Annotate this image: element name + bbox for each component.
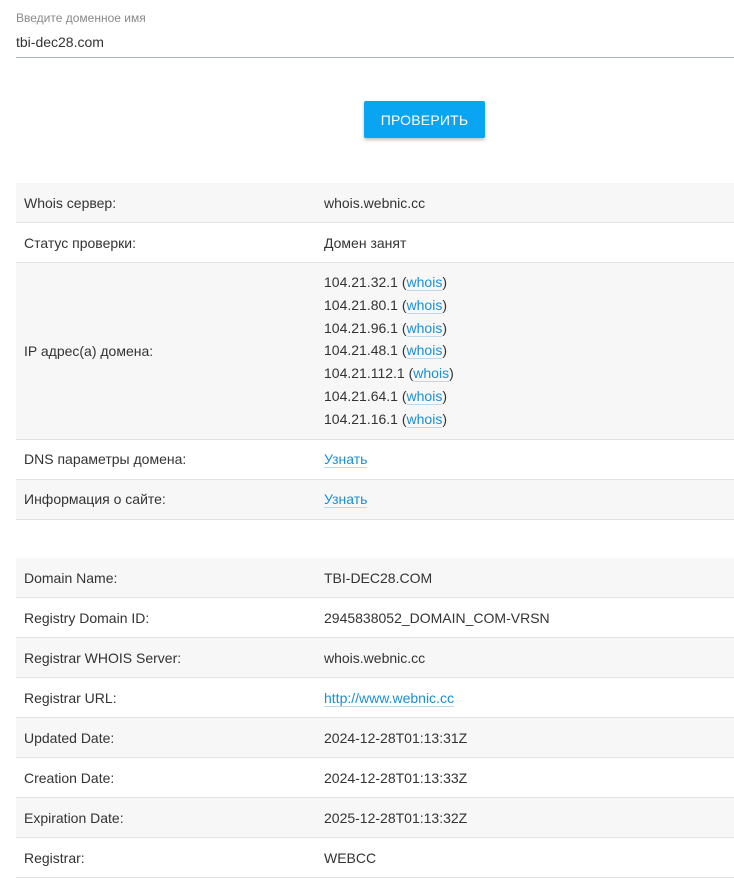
site-info-link[interactable]: Узнать: [324, 491, 368, 509]
whois-row-registry-domain-id: Registry Domain ID: 2945838052_DOMAIN_CO…: [16, 597, 734, 638]
registrar-label: Registrar:: [16, 837, 316, 878]
ip-whois-link[interactable]: whois: [406, 319, 443, 337]
creation-date-value: 2024-12-28T01:13:33Z: [316, 757, 734, 798]
summary-row-site-info: Информация о сайте: Узнать: [16, 479, 734, 520]
updated-date-value: 2024-12-28T01:13:31Z: [316, 717, 734, 758]
registrar-value: WEBCC: [316, 837, 734, 878]
registrar-whois-server-value: whois.webnic.cc: [316, 637, 734, 678]
summary-row-whois-server: Whois сервер: whois.webnic.cc: [16, 183, 734, 223]
ip-whois-link[interactable]: whois: [406, 342, 443, 360]
registrar-url-value: http://www.webnic.cc: [316, 677, 734, 718]
ip-item: 104.21.64.1 (whois): [324, 387, 447, 405]
summary-table: Whois сервер: whois.webnic.cc Статус про…: [16, 183, 734, 520]
ip-item: 104.21.32.1 (whois): [324, 274, 447, 291]
ips-label: IP адрес(а) домена:: [16, 262, 316, 440]
ip-address: 104.21.64.1: [324, 387, 398, 404]
expiration-date-value: 2025-12-28T01:13:32Z: [316, 797, 734, 838]
ip-item: 104.21.112.1 (whois): [324, 365, 454, 383]
registrar-whois-server-label: Registrar WHOIS Server:: [16, 637, 316, 678]
domain-input-label: Введите доменное имя: [16, 11, 146, 25]
ip-address: 104.21.80.1: [324, 296, 398, 313]
site-info-value: Узнать: [316, 479, 734, 520]
summary-row-status: Статус проверки: Домен занят: [16, 222, 734, 263]
site-info-label: Информация о сайте:: [16, 479, 316, 520]
ip-address: 104.21.48.1: [324, 342, 398, 359]
whois-table: Domain Name: TBI-DEC28.COM Registry Doma…: [16, 558, 734, 878]
whois-row-expiration-date: Expiration Date: 2025-12-28T01:13:32Z: [16, 797, 734, 838]
ip-address: 104.21.32.1: [324, 274, 398, 290]
domain-field: Введите доменное имя: [16, 10, 734, 58]
ip-whois-link[interactable]: whois: [406, 387, 443, 405]
summary-row-dns: DNS параметры домена: Узнать: [16, 439, 734, 480]
dns-value: Узнать: [316, 439, 734, 480]
registry-domain-id-label: Registry Domain ID:: [16, 597, 316, 638]
whois-server-label: Whois сервер:: [16, 183, 316, 223]
ip-address: 104.21.16.1: [324, 410, 398, 427]
status-label: Статус проверки:: [16, 222, 316, 263]
ip-address: 104.21.112.1: [324, 365, 405, 382]
domain-input[interactable]: [16, 28, 734, 58]
registry-domain-id-value: 2945838052_DOMAIN_COM-VRSN: [316, 597, 734, 638]
whois-server-value: whois.webnic.cc: [316, 183, 734, 223]
dns-label: DNS параметры домена:: [16, 439, 316, 480]
status-value: Домен занят: [316, 222, 734, 263]
creation-date-label: Creation Date:: [16, 757, 316, 798]
whois-row-registrar-url: Registrar URL: http://www.webnic.cc: [16, 677, 734, 718]
ip-whois-link[interactable]: whois: [406, 296, 443, 314]
whois-row-domain-name: Domain Name: TBI-DEC28.COM: [16, 558, 734, 598]
ip-address: 104.21.96.1: [324, 319, 398, 336]
registrar-url-label: Registrar URL:: [16, 677, 316, 718]
whois-row-registrar-whois-server: Registrar WHOIS Server: whois.webnic.cc: [16, 637, 734, 678]
domain-name-value: TBI-DEC28.COM: [316, 558, 734, 598]
ip-whois-link[interactable]: whois: [406, 274, 443, 291]
domain-name-label: Domain Name:: [16, 558, 316, 598]
dns-lookup-link[interactable]: Узнать: [324, 451, 368, 469]
ip-item: 104.21.96.1 (whois): [324, 319, 447, 337]
summary-row-ips: IP адрес(а) домена: 104.21.32.1 (whois) …: [16, 262, 734, 440]
whois-row-updated-date: Updated Date: 2024-12-28T01:13:31Z: [16, 717, 734, 758]
ips-list: 104.21.32.1 (whois) 104.21.80.1 (whois) …: [316, 262, 734, 440]
ip-item: 104.21.80.1 (whois): [324, 296, 447, 314]
ip-whois-link[interactable]: whois: [406, 410, 443, 428]
registrar-url-link[interactable]: http://www.webnic.cc: [324, 689, 454, 707]
ip-item: 104.21.16.1 (whois): [324, 410, 447, 428]
ip-whois-link[interactable]: whois: [413, 365, 450, 383]
expiration-date-label: Expiration Date:: [16, 797, 316, 838]
check-button[interactable]: ПРОВЕРИТЬ: [364, 101, 485, 138]
whois-row-creation-date: Creation Date: 2024-12-28T01:13:33Z: [16, 757, 734, 798]
ip-item: 104.21.48.1 (whois): [324, 342, 447, 360]
whois-row-registrar: Registrar: WEBCC: [16, 837, 734, 878]
updated-date-label: Updated Date:: [16, 717, 316, 758]
